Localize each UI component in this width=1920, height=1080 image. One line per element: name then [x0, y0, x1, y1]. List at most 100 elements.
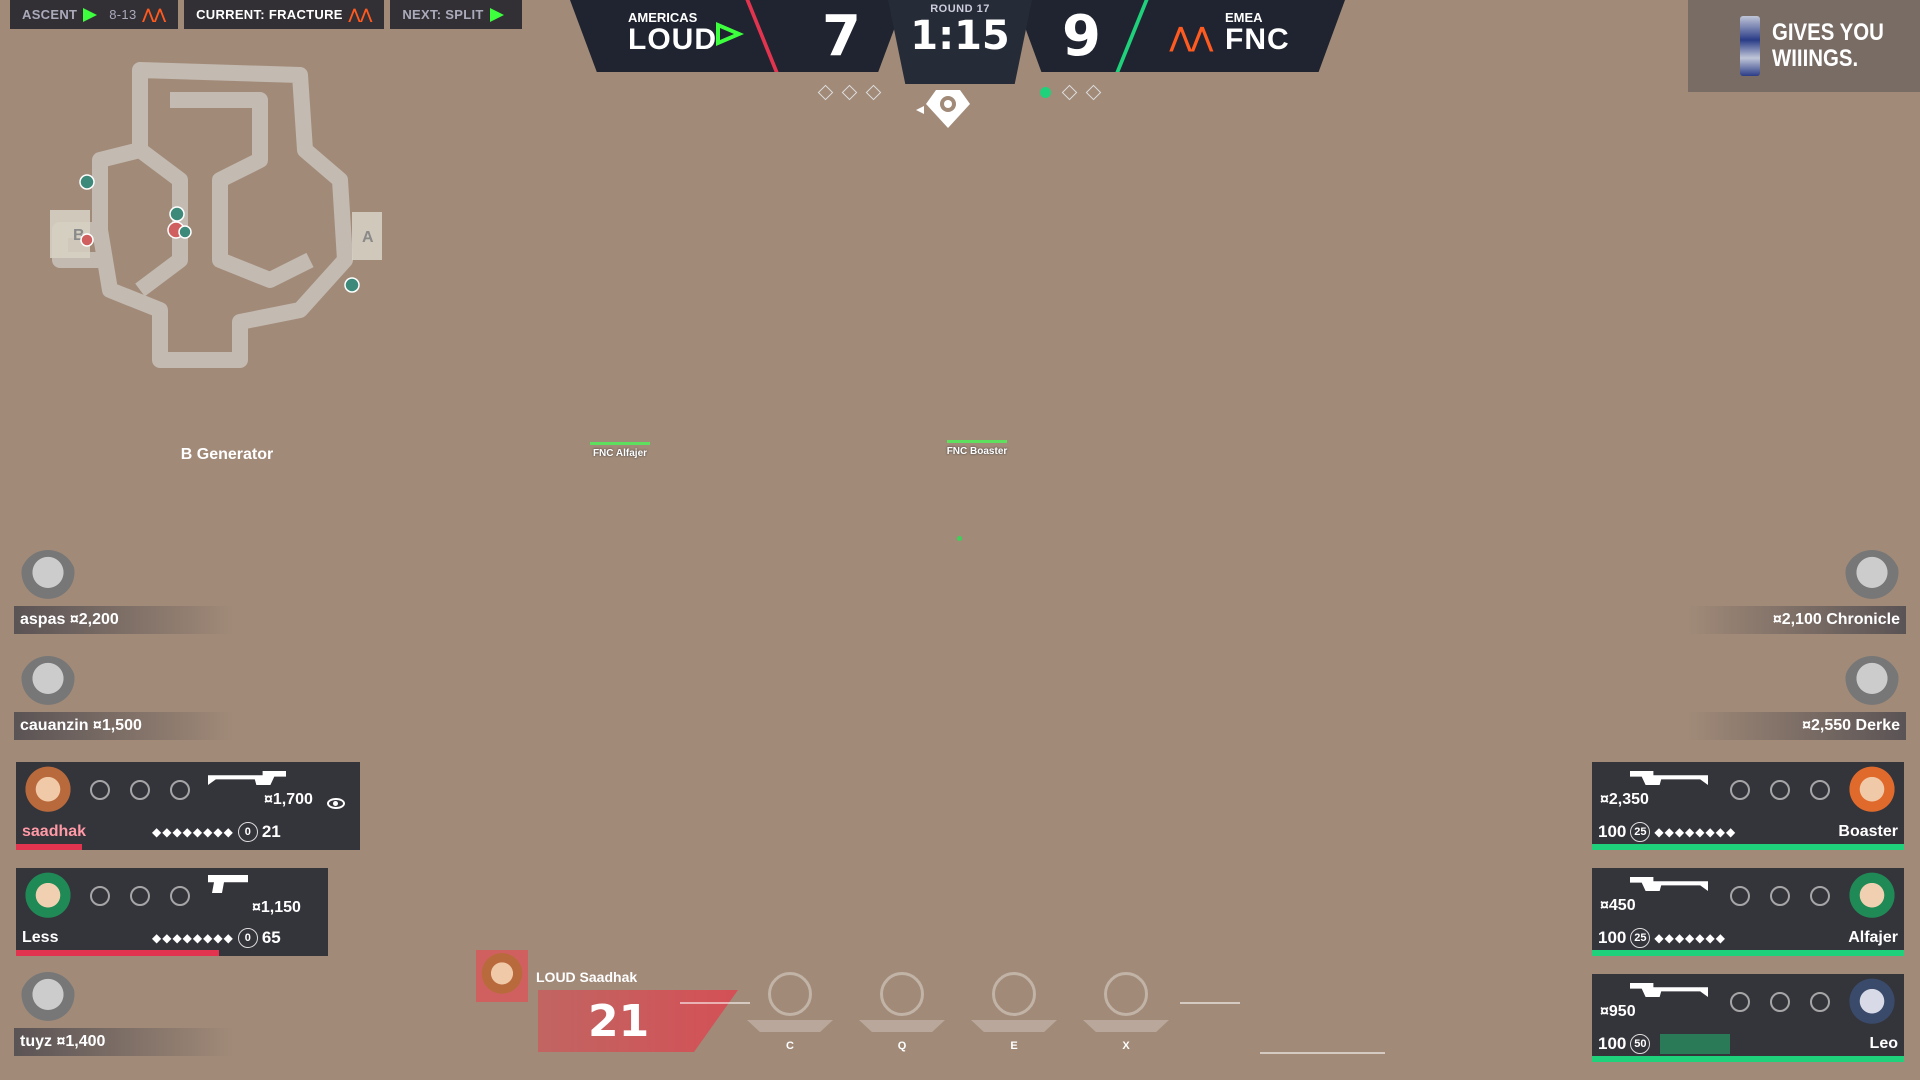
agent-portrait [1842, 764, 1902, 820]
ability-key: X [1122, 1040, 1130, 1052]
weapon-group: ¤1,150 [208, 875, 301, 917]
loud-team-block: AMERICAS LOUD [628, 10, 717, 55]
ability-key: Q [897, 1040, 907, 1052]
world-tag-alfajer: FNC Alfajer [580, 442, 660, 459]
map-series-bar: ASCENT 8-13 ⋀⋀ CURRENT: FRACTURE ⋀⋀ NEXT… [10, 0, 522, 29]
fnc-logo-icon: ⋀⋀ [1170, 22, 1213, 52]
player-health: 21 [261, 822, 281, 841]
agent-portrait [1844, 550, 1900, 606]
player-card-chronicle: ¤2,100 Chronicle [1686, 550, 1906, 634]
ultimate-points-plate [1083, 1020, 1169, 1032]
ability-c-icon [768, 972, 812, 1016]
player-card-saadhak: ¤1,700 saadhak ◆◆◆◆◆◆◆◆ 0 21 [16, 762, 360, 850]
site-a-label: A [362, 229, 374, 246]
next-map-label: NEXT: [402, 7, 442, 22]
ability-icon [1770, 992, 1790, 1012]
shield-icon: 50 [1630, 1034, 1651, 1054]
ability-icon [90, 780, 110, 800]
hud-divider [1260, 1052, 1385, 1054]
sponsor-line-2: WIIINGS. [1772, 45, 1859, 72]
agent-portrait [18, 764, 78, 820]
player-card-tuyz: tuyz ¤1,400 [14, 972, 234, 1056]
player-credits: ¤2,100 [1772, 611, 1822, 628]
ability-charge-plate [859, 1020, 945, 1032]
ability-slot-c: C [744, 972, 836, 1052]
player-credits: ¤2,350 [1600, 791, 1649, 808]
player-credits: ¤2,550 [1802, 717, 1852, 734]
ability-icon [1730, 992, 1750, 1012]
shield-icon: 0 [237, 822, 258, 842]
ability-icon [1770, 780, 1790, 800]
ability-icon [90, 886, 110, 906]
current-map: CURRENT: FRACTURE ⋀⋀ [184, 0, 385, 29]
shield-icon: 0 [237, 928, 258, 948]
ability-icon [1730, 780, 1750, 800]
minimap: B A [50, 62, 382, 368]
round-pip [1085, 84, 1102, 101]
world-tag-label: FNC Boaster [946, 446, 1008, 457]
status-row: 100 50 Leo [1592, 1032, 1904, 1056]
player-marker [169, 206, 185, 222]
ability-slot-x: X [1080, 972, 1172, 1052]
ability-slot-e: E [968, 972, 1060, 1052]
loadout-row: ¤450 [1592, 868, 1840, 924]
fnc-team-name: FNC [1225, 23, 1290, 56]
loud-score: 7 [822, 4, 861, 69]
ult-points: ◆◆◆◆◆◆◆ [1654, 931, 1726, 945]
player-health: 65 [261, 928, 281, 947]
player-name-credits: aspas ¤2,200 [20, 611, 119, 629]
ability-e-icon [992, 972, 1036, 1016]
loud-logo-icon [83, 7, 98, 22]
player-card-alfajer: ¤450 100 25 ◆◆◆◆◆◆◆ Alfajer [1592, 868, 1904, 956]
player-card-leo: ¤950 100 50 Leo [1592, 974, 1904, 1062]
ability-icon [170, 886, 190, 906]
round-timer-panel: ROUND 17 1:15 [888, 0, 1032, 84]
rifle-icon [1630, 877, 1708, 891]
player-name: saadhak [22, 823, 87, 840]
fnc-logo-icon: ⋀⋀ [348, 6, 373, 22]
agent-portrait [20, 972, 76, 1028]
ult-points: ◆◆◆◆◆◆◆◆ [1654, 825, 1737, 839]
rifle-icon [1630, 983, 1708, 997]
player-card-less: ¤1,150 Less ◆◆◆◆◆◆◆◆ 0 65 [16, 868, 328, 956]
round-pip [865, 84, 882, 101]
rifle-icon [1630, 771, 1708, 785]
player-health: 100 [1598, 928, 1627, 947]
player-name: Less [22, 929, 59, 946]
next-map: NEXT: SPLIT [390, 0, 522, 29]
ability-icon [1730, 886, 1750, 906]
player-card-cauanzin: cauanzin ¤1,500 [14, 656, 234, 740]
player-name: Boaster [1838, 823, 1898, 840]
player-card-aspas: aspas ¤2,200 [14, 550, 234, 634]
ultimate-ready-indicator [1660, 1034, 1731, 1054]
ability-icon [170, 780, 190, 800]
loadout-row: ¤1,700 [80, 762, 360, 818]
health-bar [16, 844, 82, 850]
round-pip-won [1040, 87, 1051, 98]
world-tag-health-bar [947, 440, 1007, 443]
ability-icon [1770, 886, 1790, 906]
health-bar [1592, 844, 1904, 850]
spike-icon [916, 90, 970, 128]
current-map-name: FRACTURE [268, 7, 343, 22]
ability-icon [1810, 780, 1830, 800]
weapon-group: ¤950 [1600, 983, 1708, 1021]
ult-points: ◆◆◆◆◆◆◆◆ [152, 825, 234, 839]
player-name-credits: ¤2,100 Chronicle [1773, 611, 1900, 629]
weapon-group: ¤450 [1600, 877, 1708, 915]
minimap-location: B Generator [180, 446, 274, 463]
minimap-corridors [52, 62, 353, 368]
sponsor-text: GIVES YOU WIIINGS. [1772, 20, 1884, 72]
shield-icon: 25 [1630, 928, 1651, 948]
loadout-row: ¤2,350 [1592, 762, 1840, 818]
ability-q-icon [880, 972, 924, 1016]
status-row: 100 25 ◆◆◆◆◆◆◆◆ Boaster [1592, 820, 1904, 844]
round-pip [841, 84, 858, 101]
pistol-icon [208, 875, 248, 893]
health-bar [1592, 950, 1904, 956]
ability-icon [130, 886, 150, 906]
current-map-label: CURRENT: [196, 7, 265, 22]
agent-portrait [18, 870, 78, 926]
player-name: aspas [20, 611, 66, 628]
agent-portrait [1844, 656, 1900, 712]
